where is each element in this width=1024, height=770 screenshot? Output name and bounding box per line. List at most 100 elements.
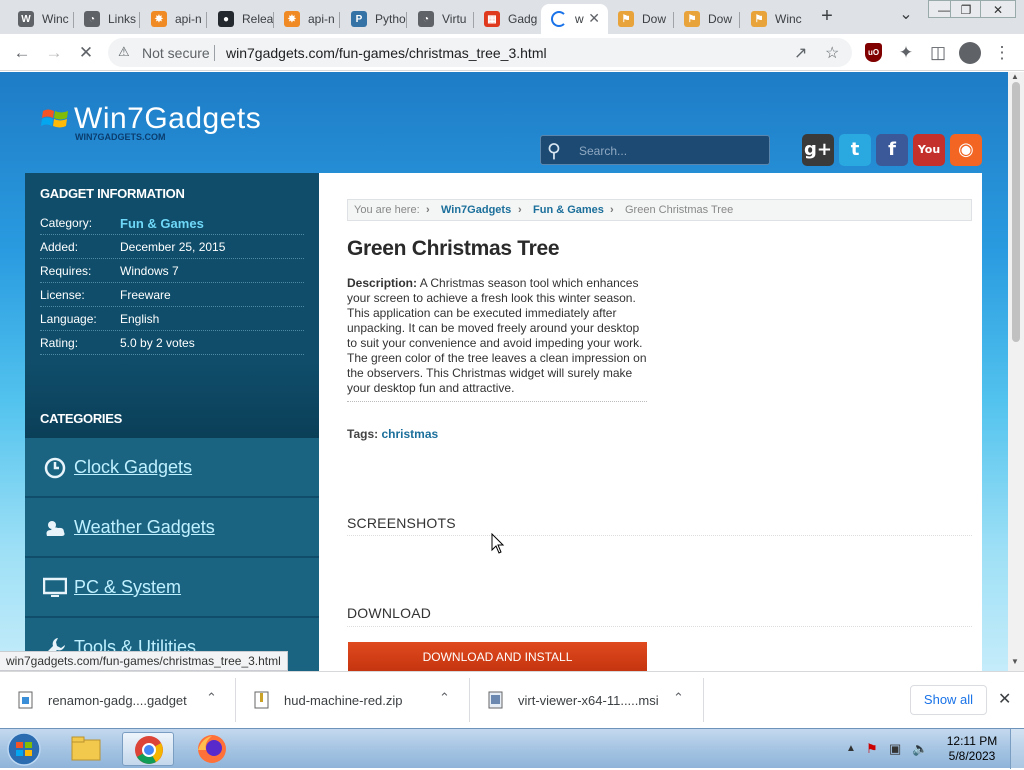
close-window-button[interactable]: ✕ xyxy=(980,0,1016,18)
volume-icon[interactable]: 🔈 xyxy=(912,741,928,757)
clock-time: 12:11 PM xyxy=(946,734,998,748)
browser-tab[interactable]: ⚑ Dow xyxy=(674,4,740,34)
browser-tab[interactable]: P Pytho xyxy=(341,4,407,34)
info-value: 5.0 by 2 votes xyxy=(120,336,195,350)
show-all-downloads-button[interactable]: Show all xyxy=(910,685,987,715)
tab-separator xyxy=(739,12,740,28)
scroll-down-arrow-icon[interactable]: ▼ xyxy=(1011,657,1019,666)
ublock-extension-icon[interactable]: uO xyxy=(865,43,882,62)
zip-file-icon xyxy=(254,691,269,709)
divider xyxy=(347,401,647,402)
gadget-file-icon xyxy=(18,691,33,709)
tab-title: Gadg xyxy=(508,12,538,26)
action-center-flag-icon[interactable]: ⚑ xyxy=(866,741,878,757)
profile-avatar[interactable] xyxy=(959,42,981,64)
tab-separator xyxy=(206,12,207,28)
categories-heading: CATEGORIES xyxy=(40,411,122,426)
browser-tab[interactable]: ⚑ Winc xyxy=(741,4,807,34)
page-title: Green Christmas Tree xyxy=(347,237,560,260)
tab-search-button[interactable]: ⌄ xyxy=(896,4,916,26)
google-plus-icon[interactable]: g+ xyxy=(802,134,834,166)
info-label: Added: xyxy=(40,240,79,254)
download-item[interactable]: renamon-gadg....gadget ⌃ xyxy=(0,678,236,722)
gadget-description: Description: A Christmas season tool whi… xyxy=(347,276,649,396)
tag-link-christmas[interactable]: christmas xyxy=(381,427,438,441)
address-bar[interactable]: ⚠ Not secure win7gadgets.com/fun-games/c… xyxy=(108,38,852,67)
download-and-install-button[interactable]: DOWNLOAD AND INSTALL xyxy=(348,642,647,671)
browser-tab[interactable]: W Winc xyxy=(8,4,74,34)
site-logo[interactable]: Win7Gadgets xyxy=(74,102,261,136)
sidebar: GADGET INFORMATION Category: Fun & Games A… xyxy=(25,173,319,671)
scroll-up-arrow-icon[interactable]: ▲ xyxy=(1011,72,1019,81)
breadcrumb-link-category[interactable]: Fun & Games xyxy=(533,204,604,216)
bookmark-star-icon[interactable]: ☆ xyxy=(825,43,839,63)
share-icon[interactable]: ↗ xyxy=(794,43,807,63)
tab-separator xyxy=(139,12,140,28)
browser-tab[interactable]: ◔ Virtu xyxy=(408,4,474,34)
chevron-up-icon[interactable]: ⌃ xyxy=(206,690,217,706)
breadcrumb-prefix: You are here: xyxy=(354,204,420,216)
restore-button[interactable]: ❐ xyxy=(950,0,982,18)
windows-flag-logo-icon xyxy=(41,109,68,128)
extensions-puzzle-icon[interactable]: ✦ xyxy=(895,42,917,64)
browser-tab[interactable]: ✸ api-n xyxy=(141,4,207,34)
info-row: Language: English xyxy=(40,307,304,331)
page-scrollbar[interactable]: ▲ ▼ xyxy=(1008,72,1024,671)
categories-header-band xyxy=(25,363,319,438)
chevron-up-icon[interactable]: ⌃ xyxy=(439,690,450,706)
browser-tab[interactable]: ● Relea xyxy=(208,4,274,34)
taskbar-clock[interactable]: 12:11 PM 5/8/2023 xyxy=(940,734,1004,764)
scrollbar-thumb[interactable] xyxy=(1012,82,1020,342)
download-item[interactable]: hud-machine-red.zip ⌃ xyxy=(236,678,470,722)
category-item[interactable]: Clock Gadgets xyxy=(25,438,319,496)
search-icon[interactable]: ⚲ xyxy=(547,140,561,163)
favicon-icon: ⚑ xyxy=(618,11,634,27)
close-tab-icon[interactable]: ✕ xyxy=(588,10,600,27)
taskbar-chrome[interactable] xyxy=(122,732,174,766)
category-link[interactable]: Fun & Games xyxy=(120,216,204,231)
download-item[interactable]: virt-viewer-x64-11.....msi ⌃ xyxy=(470,678,704,722)
twitter-icon[interactable]: t xyxy=(839,134,871,166)
taskbar-file-explorer[interactable] xyxy=(60,732,112,766)
url-text[interactable]: win7gadgets.com/fun-games/christmas_tree… xyxy=(226,45,547,61)
category-link[interactable]: Weather Gadgets xyxy=(74,517,215,538)
close-downloads-shelf-icon[interactable]: ✕ xyxy=(998,689,1011,709)
category-item[interactable]: Weather Gadgets xyxy=(25,498,319,556)
start-button[interactable] xyxy=(4,731,44,767)
rss-icon[interactable]: ◉ xyxy=(950,134,982,166)
browser-menu-icon[interactable]: ⋮ xyxy=(991,42,1013,64)
show-hidden-icons-arrow-icon[interactable]: ▲ xyxy=(846,743,856,754)
download-filename: renamon-gadg....gadget xyxy=(48,693,187,708)
security-status[interactable]: Not secure xyxy=(142,45,210,61)
favicon-icon: ⚑ xyxy=(684,11,700,27)
breadcrumb-link-home[interactable]: Win7Gadgets xyxy=(441,204,511,216)
browser-tab[interactable]: ▦ Gadg xyxy=(474,4,540,34)
category-link[interactable]: Clock Gadgets xyxy=(74,457,192,478)
downloads-shelf: renamon-gadg....gadget ⌃ hud-machine-red… xyxy=(0,671,1024,728)
facebook-icon[interactable]: f xyxy=(876,134,908,166)
search-input[interactable] xyxy=(579,142,759,160)
warning-icon[interactable]: ⚠ xyxy=(118,44,130,60)
back-button[interactable]: ← xyxy=(11,42,33,64)
chevron-up-icon[interactable]: ⌃ xyxy=(673,690,684,706)
side-panel-icon[interactable]: ◫ xyxy=(927,42,949,64)
stop-loading-button[interactable]: ✕ xyxy=(75,42,97,64)
info-row: Requires: Windows 7 xyxy=(40,259,304,283)
browser-tab[interactable]: ◔ Links xyxy=(74,4,140,34)
windows-taskbar: ▲ ⚑ ▣ 🔈 12:11 PM 5/8/2023 xyxy=(0,728,1024,769)
new-tab-button[interactable]: + xyxy=(816,5,838,27)
forward-button[interactable]: → xyxy=(43,42,65,64)
mouse-cursor-icon xyxy=(491,533,505,554)
youtube-icon[interactable]: You xyxy=(913,134,945,166)
tab-active[interactable]: w ✕ xyxy=(541,4,608,34)
info-row: Added: December 25, 2015 xyxy=(40,235,304,259)
category-link[interactable]: PC & System xyxy=(74,577,181,598)
browser-tab[interactable]: ⚑ Dow xyxy=(608,4,674,34)
network-icon[interactable]: ▣ xyxy=(889,741,901,757)
browser-tab[interactable]: ✸ api-n xyxy=(274,4,340,34)
category-item[interactable]: PC & System xyxy=(25,558,319,616)
site-logo-subtitle: WIN7GADGETS.COM xyxy=(75,132,166,142)
taskbar-firefox[interactable] xyxy=(184,732,236,766)
divider xyxy=(347,626,972,627)
show-desktop-button[interactable] xyxy=(1010,729,1024,769)
